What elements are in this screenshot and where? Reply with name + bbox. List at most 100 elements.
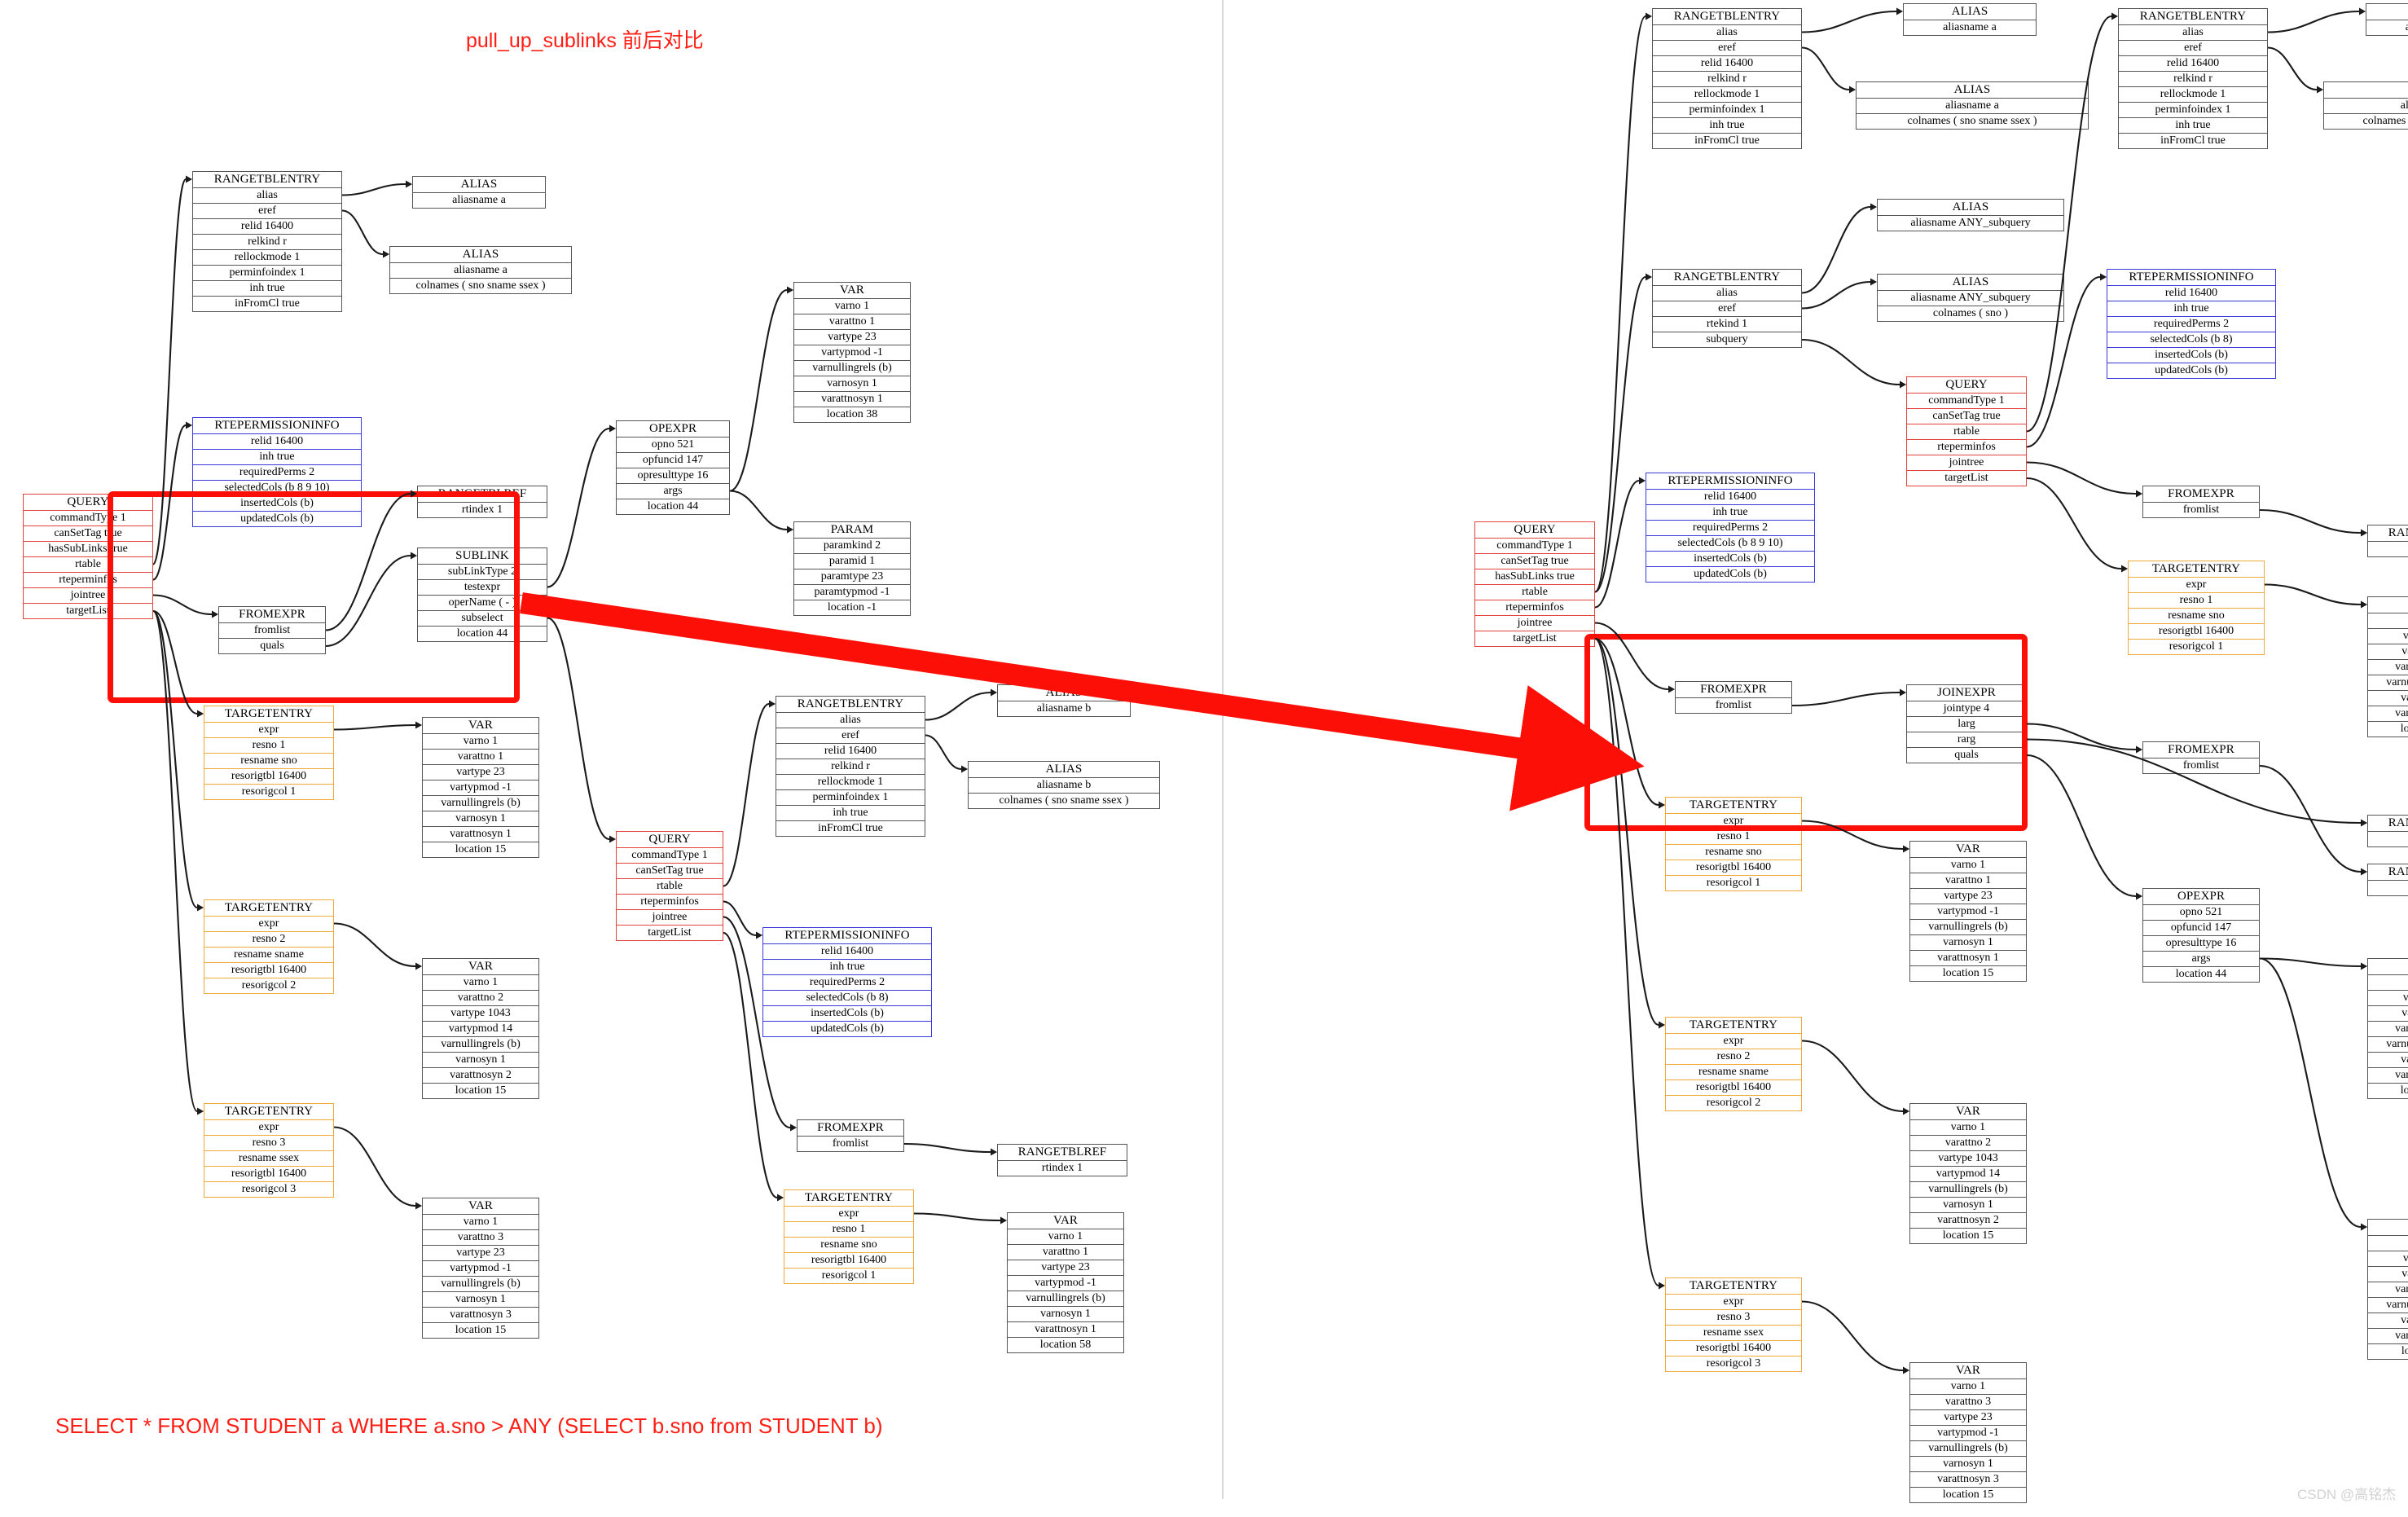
node-field: resorigcol 1: [2128, 639, 2265, 655]
node-field: varnosyn 1: [1909, 1197, 2027, 1212]
node-rtepermissioninfo: RTEPERMISSIONINFO relid 16400 inh true requ…: [192, 417, 362, 527]
node-field: vartypmod -1: [422, 780, 539, 795]
node-field: aliasname b: [2366, 20, 2408, 36]
node-field: rtindex 2: [2367, 831, 2408, 847]
node-field: vartypmod -1: [422, 1260, 539, 1276]
node-field: colnames ( sno sname ssex ): [2323, 113, 2408, 130]
node-field: varnullingrels (b): [2367, 1297, 2408, 1313]
panel-divider: [1222, 0, 1224, 1499]
node-field: vartype 23: [2367, 1005, 2408, 1021]
node-field: resname ssex: [204, 1150, 334, 1166]
node-type-label: TARGETENTRY: [204, 1103, 334, 1119]
node-field: operName ( - ): [417, 595, 547, 610]
node-type-label: RANGETBLREF: [997, 1144, 1127, 1160]
node-field: varattno 2: [422, 990, 539, 1005]
node-field: varno 1: [1909, 1119, 2027, 1135]
node-field: resorigtbl 16400: [784, 1252, 914, 1268]
node-field: varno 1: [422, 733, 539, 749]
node-type-label: RANGETBLREF: [2367, 815, 2408, 831]
node-field: location 58: [1007, 1337, 1124, 1353]
node-field: inh true: [762, 959, 932, 974]
node-field: eref: [776, 728, 925, 743]
node-type-label: TARGETENTRY: [1665, 1017, 1802, 1033]
node-field: varno 1: [422, 1214, 539, 1229]
node-field: inh true: [192, 449, 362, 464]
node-field: expr: [1665, 813, 1802, 829]
node-var: VAR varno 1 varattno 2 vartype 1043 vartypmo…: [422, 958, 539, 1099]
node-field: varnosyn 1: [793, 376, 911, 391]
node-field: resno 2: [1665, 1049, 1802, 1064]
node-field: relid 16400: [776, 743, 925, 758]
node-field: relid 16400: [2107, 285, 2276, 301]
node-type-label: VAR: [1007, 1212, 1124, 1229]
node-type-label: ALIAS: [1903, 3, 2037, 20]
node-field: varattnosyn 1: [422, 826, 539, 842]
node-field: selectedCols (b 8): [2107, 332, 2276, 347]
node-field: eref: [1652, 301, 1802, 316]
node-param: PARAM paramkind 2 paramid 1 paramtype 23 par…: [793, 521, 911, 616]
node-field: location 58: [2367, 721, 2408, 737]
node-field: rteperminfos: [616, 894, 723, 909]
node-type-label: VAR: [2367, 1219, 2408, 1235]
node-field: resorigcol 1: [784, 1268, 914, 1284]
node-field: location 15: [1909, 1487, 2027, 1503]
node-field: expr: [2128, 577, 2265, 592]
node-type-label: QUERY: [1906, 376, 2027, 393]
node-field: location 15: [422, 1083, 539, 1099]
node-field: resname sno: [2128, 608, 2265, 623]
node-field: varno 1: [1909, 1378, 2027, 1394]
node-sublink: SUBLINK subLinkType 2 testexpr operName ( -…: [417, 547, 547, 642]
node-field: paramkind 2: [793, 538, 911, 553]
node-type-label: ALIAS: [389, 246, 572, 262]
node-field: resno 3: [1665, 1309, 1802, 1325]
node-field: alias: [1652, 285, 1802, 301]
node-field: resname sno: [784, 1237, 914, 1252]
node-type-label: VAR: [1909, 1362, 2027, 1378]
node-field: commandType 1: [616, 847, 723, 863]
node-field: fromlist: [218, 622, 326, 638]
node-field: eref: [1652, 40, 1802, 55]
node-field: insertedCols (b): [192, 495, 362, 511]
node-field: resno 2: [204, 931, 334, 947]
node-field: resorigtbl 16400: [204, 1166, 334, 1181]
node-field: vartype 1043: [1909, 1150, 2027, 1166]
node-field: varno 1: [422, 974, 539, 990]
node-field: requiredPerms 2: [762, 974, 932, 990]
node-field: expr: [204, 722, 334, 737]
node-field: vartype 23: [422, 764, 539, 780]
node-field: rtable: [616, 878, 723, 894]
node-type-label: JOINEXPR: [1906, 684, 2027, 701]
node-field: location 15: [422, 842, 539, 858]
node-field: varno 1: [793, 298, 911, 314]
node-field: resno 1: [1665, 829, 1802, 844]
node-field: varno 1: [1909, 857, 2027, 873]
node-field: larg: [1906, 716, 2027, 732]
sql-caption: SELECT * FROM STUDENT a WHERE a.sno > AN…: [55, 1414, 883, 1438]
node-field: inh true: [2107, 301, 2276, 316]
node-field: resorigcol 3: [1665, 1356, 1802, 1372]
node-rangetblref: RANGETBLREFrtindex 1: [417, 486, 547, 518]
node-fromexpr: FROMEXPR fromlist quals: [218, 606, 326, 654]
node-field: resno 1: [204, 737, 334, 753]
node-field: relid 16400: [762, 943, 932, 959]
node-field: resorigcol 2: [204, 978, 334, 994]
node-field: expr: [204, 916, 334, 931]
node-field: subquery: [1652, 332, 1802, 348]
node-field: relid 16400: [192, 218, 342, 234]
node-field: quals: [218, 638, 326, 654]
node-type-label: TARGETENTRY: [1665, 1277, 1802, 1294]
node-type-label: RANGETBLENTRY: [1652, 8, 1802, 24]
node-rangetblref: RANGETBLREFrtindex 2: [2367, 815, 2408, 847]
node-field: resorigcol 2: [1665, 1095, 1802, 1111]
node-var: VARvarno 1varattno 1vartype 23vartypmod …: [793, 282, 911, 423]
node-field: rellockmode 1: [1652, 86, 1802, 102]
node-type-label: FROMEXPR: [797, 1119, 904, 1136]
node-alias: ALIASaliasname b: [2366, 3, 2408, 36]
node-joinexpr: JOINEXPR jointype 4 larg rarg quals: [1906, 684, 2027, 763]
node-field: perminfoindex 1: [2118, 102, 2268, 117]
node-field: vartype 23: [793, 329, 911, 345]
node-field: updatedCols (b): [192, 511, 362, 527]
node-field: varnullingrels (b): [1909, 1181, 2027, 1197]
node-field: insertedCols (b): [2107, 347, 2276, 363]
node-type-label: QUERY: [23, 494, 153, 510]
